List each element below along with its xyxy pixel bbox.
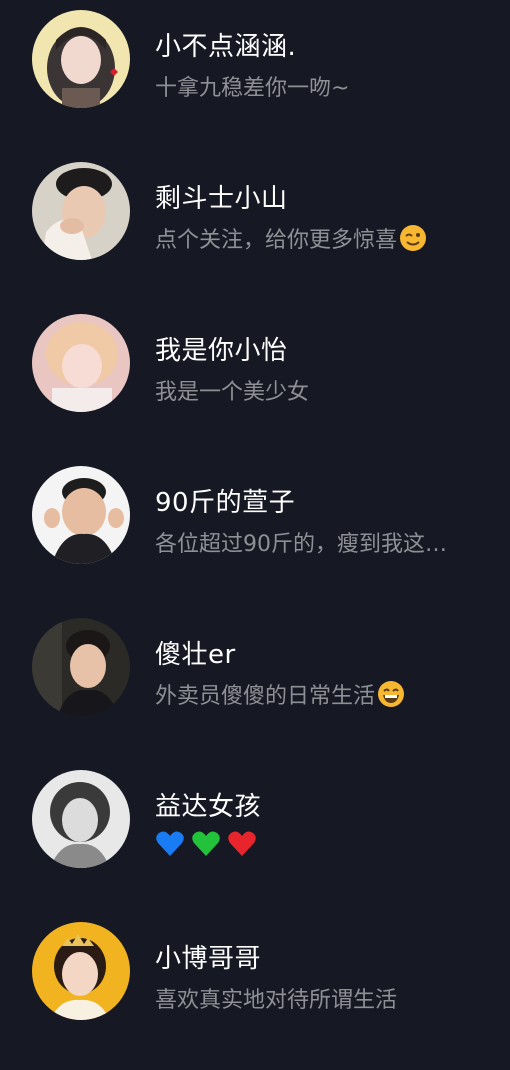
user-list: 小不点涵涵. 十拿九稳差你一吻~ 剩斗士小山 点个关注，给你更多惊喜 我是你小怡… (0, 0, 510, 1070)
user-row[interactable]: 剩斗士小山 点个关注，给你更多惊喜 (0, 162, 510, 272)
user-name[interactable]: 小不点涵涵. (155, 26, 296, 63)
avatar[interactable] (32, 922, 130, 1020)
avatar[interactable] (32, 314, 130, 412)
grin-emoji-icon (378, 681, 405, 707)
wink-emoji-icon (400, 225, 427, 251)
user-name[interactable]: 傻壮er (155, 634, 236, 671)
red-heart-icon (228, 831, 256, 856)
user-name[interactable]: 我是你小怡 (155, 330, 288, 367)
avatar[interactable] (32, 162, 130, 260)
avatar[interactable] (32, 618, 130, 716)
user-bio: 我是一个美少女 (155, 380, 310, 405)
user-bio: 外卖员傻傻的日常生活 (155, 678, 505, 710)
user-bio: 十拿九稳差你一吻~ (155, 76, 350, 101)
user-bio: 各位超过90斤的，瘦到我这… (155, 532, 447, 557)
avatar[interactable] (32, 10, 130, 108)
user-name[interactable]: 剩斗士小山 (155, 178, 288, 215)
user-row[interactable]: 傻壮er 外卖员傻傻的日常生活 (0, 618, 510, 728)
user-row[interactable]: 益达女孩 (0, 770, 510, 880)
user-name[interactable]: 益达女孩 (155, 786, 261, 823)
user-bio: 点个关注，给你更多惊喜 (155, 222, 505, 254)
user-row[interactable]: 我是你小怡 我是一个美少女 (0, 314, 510, 424)
user-bio: 喜欢真实地对待所谓生活 (155, 988, 398, 1013)
blue-heart-icon (156, 831, 184, 856)
user-row[interactable]: 小博哥哥 喜欢真实地对待所谓生活 (0, 922, 510, 1032)
user-bio (155, 830, 505, 858)
user-name[interactable]: 小博哥哥 (155, 938, 261, 975)
user-row[interactable]: 小不点涵涵. 十拿九稳差你一吻~ (0, 10, 510, 120)
avatar[interactable] (32, 770, 130, 868)
avatar[interactable] (32, 466, 130, 564)
user-name[interactable]: 90斤的萱子 (155, 482, 295, 519)
user-row[interactable]: 90斤的萱子 各位超过90斤的，瘦到我这… (0, 466, 510, 576)
green-heart-icon (192, 831, 220, 856)
